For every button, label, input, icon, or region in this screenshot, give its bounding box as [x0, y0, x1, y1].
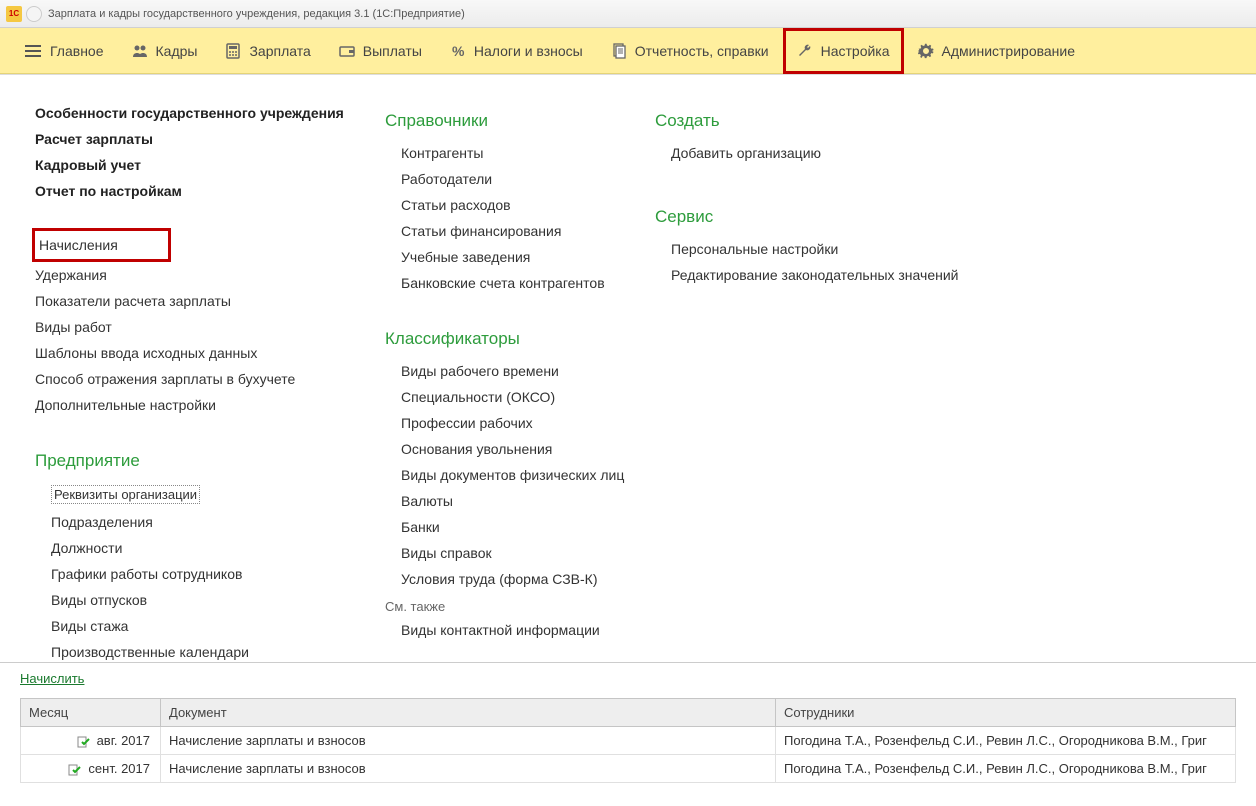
link-currencies[interactable]: Валюты — [385, 493, 655, 509]
toolbar-main-label: Главное — [50, 43, 104, 59]
window-title: Зарплата и кадры государственного учрежд… — [48, 8, 465, 20]
wrench-icon — [797, 43, 813, 59]
link-worktime-types[interactable]: Виды рабочего времени — [385, 363, 655, 379]
link-expense-items[interactable]: Статьи расходов — [385, 197, 655, 213]
accruals-table: Месяц Документ Сотрудники авг. 2017 Начи… — [20, 698, 1236, 783]
section-create: Создать — [655, 111, 975, 131]
link-financing-items[interactable]: Статьи финансирования — [385, 223, 655, 239]
link-worker-professions[interactable]: Профессии рабочих — [385, 415, 655, 431]
link-seniority-types[interactable]: Виды стажа — [35, 618, 385, 634]
table-row[interactable]: авг. 2017 Начисление зарплаты и взносов … — [21, 727, 1236, 755]
accrue-link[interactable]: Начислить — [20, 671, 84, 686]
section-directories: Справочники — [385, 111, 655, 131]
settings-column-1: Особенности государственного учреждения … — [35, 105, 385, 662]
menu-icon — [24, 44, 42, 58]
toolbar-taxes[interactable]: % Налоги и взносы — [436, 28, 597, 74]
svg-text:%: % — [452, 43, 465, 59]
toolbar-admin-label: Администрирование — [942, 43, 1076, 59]
link-certificate-types[interactable]: Виды справок — [385, 545, 655, 561]
app-logo-icon: 1C — [6, 6, 22, 22]
link-working-conditions[interactable]: Условия труда (форма СЗВ-К) — [385, 571, 655, 587]
toolbar-staff[interactable]: Кадры — [118, 28, 212, 74]
highlight-accruals: Начисления — [35, 231, 168, 259]
toolbar-staff-label: Кадры — [156, 43, 198, 59]
calculator-icon — [225, 43, 241, 59]
link-bank-accounts[interactable]: Банковские счета контрагентов — [385, 275, 655, 291]
section-service: Сервис — [655, 207, 975, 227]
toolbar-salary[interactable]: Зарплата — [211, 28, 324, 74]
document-icon — [611, 43, 627, 59]
link-employers[interactable]: Работодатели — [385, 171, 655, 187]
percent-icon: % — [450, 43, 466, 59]
link-specialties[interactable]: Специальности (ОКСО) — [385, 389, 655, 405]
label-see-also: См. также — [385, 599, 655, 614]
link-banks[interactable]: Банки — [385, 519, 655, 535]
link-positions[interactable]: Должности — [35, 540, 385, 556]
main-toolbar: Главное Кадры Зарплата Выплаты % Налоги … — [0, 28, 1256, 74]
link-add-org[interactable]: Добавить организацию — [655, 145, 975, 161]
toolbar-reports-label: Отчетность, справки — [635, 43, 769, 59]
link-edit-legislative-values[interactable]: Редактирование законодательных значений — [655, 267, 975, 283]
link-org-details[interactable]: Реквизиты организации — [51, 485, 200, 504]
link-counterparties[interactable]: Контрагенты — [385, 145, 655, 161]
link-contact-info-types[interactable]: Виды контактной информации — [385, 622, 655, 638]
link-vacation-types[interactable]: Виды отпусков — [35, 592, 385, 608]
section-enterprise: Предприятие — [35, 451, 385, 471]
link-dismissal-grounds[interactable]: Основания увольнения — [385, 441, 655, 457]
link-salary-indicators[interactable]: Показатели расчета зарплаты — [35, 293, 385, 309]
toolbar-admin[interactable]: Администрирование — [904, 28, 1090, 74]
toolbar-salary-label: Зарплата — [249, 43, 310, 59]
settings-column-3: Создать Добавить организацию Сервис Перс… — [655, 105, 975, 662]
link-edu-institutions[interactable]: Учебные заведения — [385, 249, 655, 265]
link-deductions[interactable]: Удержания — [35, 267, 385, 283]
link-hr-accounting[interactable]: Кадровый учет — [35, 157, 385, 173]
toolbar-settings-label: Настройка — [821, 43, 890, 59]
th-month[interactable]: Месяц — [21, 699, 161, 727]
toolbar-taxes-label: Налоги и взносы — [474, 43, 583, 59]
window-titlebar: 1C Зарплата и кадры государственного учр… — [0, 0, 1256, 28]
wallet-icon — [339, 43, 355, 59]
link-departments[interactable]: Подразделения — [35, 514, 385, 530]
link-accruals[interactable]: Начисления — [39, 237, 118, 253]
link-salary-calc[interactable]: Расчет зарплаты — [35, 131, 385, 147]
toolbar-payments-label: Выплаты — [363, 43, 422, 59]
link-gov-features[interactable]: Особенности государственного учреждения — [35, 105, 385, 121]
users-icon — [132, 43, 148, 59]
link-additional-settings[interactable]: Дополнительные настройки — [35, 397, 385, 413]
gear-icon — [918, 43, 934, 59]
main-content: Особенности государственного учреждения … — [0, 74, 1256, 662]
nav-back-button[interactable] — [26, 6, 42, 22]
table-row[interactable]: сент. 2017 Начисление зарплаты и взносов… — [21, 755, 1236, 783]
section-classifiers: Классификаторы — [385, 329, 655, 349]
document-posted-icon — [77, 736, 91, 748]
th-employees[interactable]: Сотрудники — [776, 699, 1236, 727]
link-input-templates[interactable]: Шаблоны ввода исходных данных — [35, 345, 385, 361]
toolbar-menu[interactable]: Главное — [10, 28, 118, 74]
link-individual-doc-types[interactable]: Виды документов физических лиц — [385, 467, 655, 483]
link-settings-report[interactable]: Отчет по настройкам — [35, 183, 385, 199]
toolbar-reports[interactable]: Отчетность, справки — [597, 28, 783, 74]
link-reflection-method[interactable]: Способ отражения зарплаты в бухучете — [35, 371, 385, 387]
toolbar-settings[interactable]: Настройка — [783, 28, 904, 74]
link-production-calendars[interactable]: Производственные календари — [35, 644, 385, 660]
toolbar-payments[interactable]: Выплаты — [325, 28, 436, 74]
document-posted-icon — [68, 764, 82, 776]
link-personal-settings[interactable]: Персональные настройки — [655, 241, 975, 257]
link-work-schedules[interactable]: Графики работы сотрудников — [35, 566, 385, 582]
link-work-types[interactable]: Виды работ — [35, 319, 385, 335]
th-document[interactable]: Документ — [161, 699, 776, 727]
bottom-panel: Начислить Месяц Документ Сотрудники авг.… — [0, 662, 1256, 806]
settings-column-2: Справочники Контрагенты Работодатели Ста… — [385, 105, 655, 662]
